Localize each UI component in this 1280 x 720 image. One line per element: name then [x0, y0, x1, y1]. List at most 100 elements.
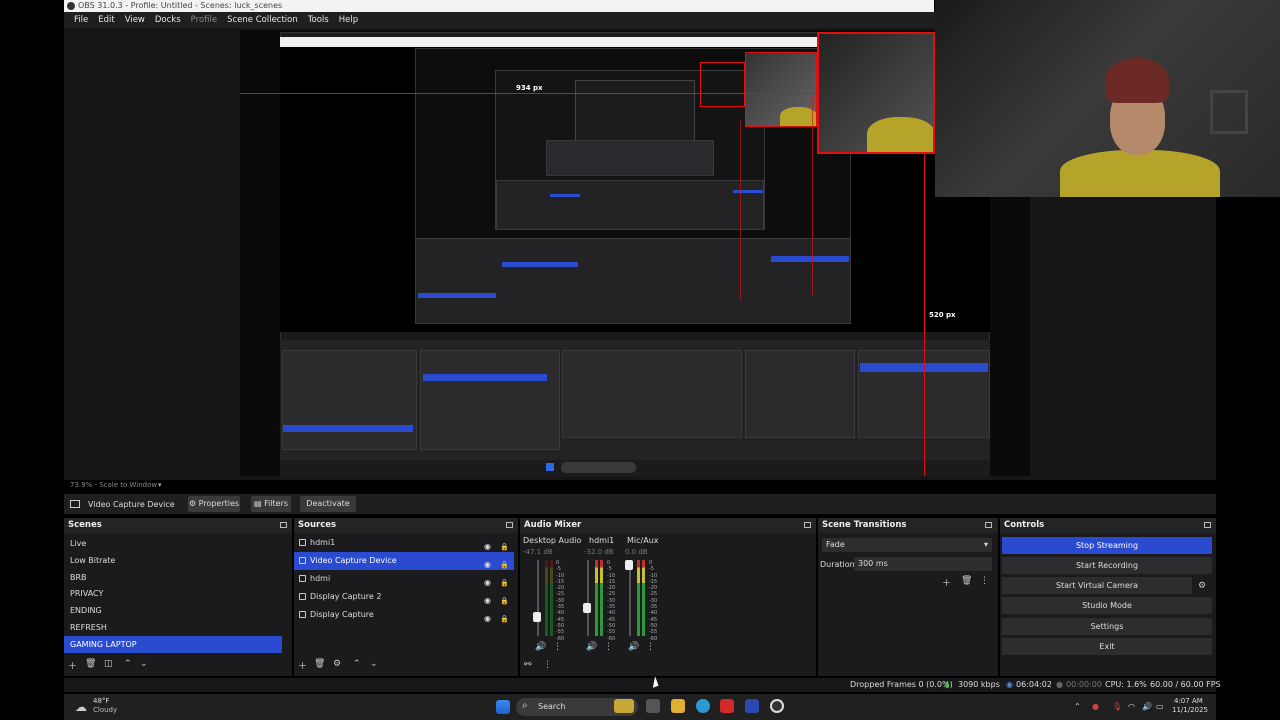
- mic-icon[interactable]: 🎙: [1112, 702, 1122, 711]
- tray-obs-icon[interactable]: ●: [1092, 702, 1099, 711]
- dock-float-icon[interactable]: [280, 522, 287, 528]
- chevron-down-icon[interactable]: ▾: [158, 481, 162, 489]
- more-options-icon[interactable]: ⋮: [646, 642, 655, 652]
- link-icon[interactable]: ⚯: [524, 660, 532, 670]
- more-options-icon[interactable]: ⋮: [604, 642, 613, 652]
- remove-source-button[interactable]: 🗑: [314, 659, 325, 669]
- menu-edit[interactable]: Edit: [98, 15, 114, 25]
- scene-item-ending[interactable]: ENDING: [64, 602, 282, 619]
- scenes-dock-title: Scenes: [64, 518, 292, 533]
- move-down-icon[interactable]: ⌄: [140, 659, 148, 669]
- gear-icon[interactable]: ⚙: [1198, 581, 1206, 591]
- nested-transitions-dock: [745, 350, 855, 438]
- scene-item-gaming-laptop[interactable]: GAMING LAPTOP: [64, 636, 282, 653]
- scene-filters-button[interactable]: ◫: [104, 659, 113, 669]
- tray-chevron-icon[interactable]: ⌃: [1074, 702, 1081, 711]
- dropped-frames: Dropped Frames 0 (0.0%): [850, 680, 953, 689]
- exit-button[interactable]: Exit: [1002, 638, 1212, 655]
- clock-time[interactable]: 4:07 AM: [1174, 697, 1203, 705]
- more-options-icon[interactable]: ⋮: [543, 660, 552, 670]
- edge-browser-icon[interactable]: [696, 699, 710, 713]
- nested-docks-2: [415, 238, 851, 324]
- mixer-db-hdmi1: -32.0 dB: [584, 548, 614, 556]
- dock-float-icon[interactable]: [804, 522, 811, 528]
- scene-item-live[interactable]: Live: [64, 535, 282, 552]
- lock-icon[interactable]: 🔒: [500, 610, 509, 628]
- dock-float-icon[interactable]: [985, 522, 992, 528]
- start-recording-button[interactable]: Start Recording: [1002, 557, 1212, 574]
- preview-scale-label[interactable]: 73.9% - Scale to Window: [70, 481, 157, 489]
- battery-icon[interactable]: ▭: [1156, 702, 1164, 711]
- studio-mode-button[interactable]: Studio Mode: [1002, 597, 1212, 614]
- speaker-icon[interactable]: 🔊: [535, 642, 546, 652]
- source-item-display-capture[interactable]: Display Capture ◉ 🔒: [294, 606, 514, 624]
- properties-button[interactable]: ⚙ Properties: [188, 496, 240, 512]
- menu-help[interactable]: Help: [339, 15, 358, 25]
- move-up-icon[interactable]: ⌃: [124, 659, 132, 669]
- scene-item-low-bitrate[interactable]: Low Bitrate: [64, 552, 282, 569]
- add-scene-button[interactable]: ＋: [68, 659, 77, 672]
- eye-icon[interactable]: ◉: [484, 610, 491, 628]
- menu-profile[interactable]: Profile: [191, 15, 217, 25]
- scene-item-privacy[interactable]: PRIVACY: [64, 585, 282, 602]
- scene-item-refresh[interactable]: REFRESH: [64, 619, 282, 636]
- meter-scale: 0 -5 -10 -15 -20 -25 -30 -35 -40 -45 -50 -55 -60: [607, 560, 616, 642]
- weather-desc[interactable]: Cloudy: [93, 706, 117, 714]
- weather-temp[interactable]: 48°F: [93, 697, 109, 705]
- move-up-icon[interactable]: ⌃: [353, 659, 361, 669]
- volume-fader-desktop-audio[interactable]: [537, 560, 539, 636]
- fader-handle-desktop[interactable]: [533, 612, 541, 622]
- source-item-display-capture-2[interactable]: Display Capture 2 ◉ 🔒: [294, 588, 514, 606]
- more-options-icon[interactable]: ⋮: [980, 576, 989, 586]
- menu-file[interactable]: File: [74, 15, 88, 25]
- fader-handle-hdmi1[interactable]: [583, 603, 591, 613]
- bitrate: 3090 kbps: [958, 680, 1000, 689]
- launcher-app-icon[interactable]: [745, 699, 759, 713]
- speaker-icon[interactable]: 🔊: [586, 642, 597, 652]
- source-properties-button[interactable]: ⚙: [333, 659, 341, 669]
- windows-start-icon[interactable]: [496, 700, 510, 714]
- menu-docks[interactable]: Docks: [155, 15, 181, 25]
- dock-float-icon[interactable]: [1204, 522, 1211, 528]
- add-transition-button[interactable]: ＋: [942, 576, 951, 589]
- task-view-icon[interactable]: [646, 699, 660, 713]
- source-item-video-capture-device[interactable]: Video Capture Device ◉ 🔒: [294, 552, 514, 570]
- scene-item-brb[interactable]: BRB: [64, 569, 282, 586]
- menu-view[interactable]: View: [125, 15, 145, 25]
- start-virtual-camera-button[interactable]: Start Virtual Camera: [1002, 577, 1192, 594]
- filters-button[interactable]: ▤ Filters: [251, 496, 291, 512]
- audio-source-icon: [299, 539, 306, 546]
- stop-streaming-button[interactable]: Stop Streaming: [1002, 537, 1212, 554]
- move-down-icon[interactable]: ⌄: [370, 659, 378, 669]
- source-bounding-box[interactable]: [817, 32, 935, 154]
- speaker-icon[interactable]: 🔊: [628, 642, 639, 652]
- obs-taskbar-icon[interactable]: [770, 699, 784, 713]
- volume-fader-hdmi1[interactable]: [587, 560, 589, 636]
- youtube-icon[interactable]: [720, 699, 734, 713]
- menu-scene-collection[interactable]: Scene Collection: [227, 15, 298, 25]
- volume-fader-mic-aux[interactable]: [629, 560, 631, 636]
- wifi-icon[interactable]: ◠: [1128, 702, 1135, 711]
- deactivate-button[interactable]: Deactivate: [300, 496, 356, 512]
- file-explorer-icon[interactable]: [671, 699, 685, 713]
- nested-stop-streaming-3: [733, 190, 763, 193]
- transition-select[interactable]: Fade ▾: [822, 538, 992, 552]
- settings-button[interactable]: Settings: [1002, 618, 1212, 635]
- clock-date[interactable]: 11/1/2025: [1172, 706, 1208, 714]
- remove-transition-button[interactable]: 🗑: [961, 576, 972, 586]
- nested-bounding-box: [745, 52, 817, 127]
- search-highlight-icon: [614, 699, 634, 713]
- more-options-icon[interactable]: ⋮: [553, 642, 562, 652]
- source-item-hdmi[interactable]: hdmi ◉ 🔒: [294, 570, 514, 588]
- remove-scene-button[interactable]: 🗑: [85, 659, 96, 669]
- dock-float-icon[interactable]: [506, 522, 513, 528]
- controls-title: Controls: [1000, 518, 1216, 533]
- volume-icon[interactable]: 🔊: [1142, 702, 1152, 711]
- source-item-hdmi1[interactable]: hdmi1 ◉ 🔒: [294, 534, 514, 552]
- duration-input[interactable]: 300 ms: [854, 557, 992, 571]
- fader-handle-mic[interactable]: [625, 560, 633, 570]
- menu-tools[interactable]: Tools: [308, 15, 329, 25]
- chevron-down-icon: ▾: [983, 540, 988, 549]
- record-icon: ●: [1056, 680, 1063, 689]
- add-source-button[interactable]: ＋: [298, 659, 307, 672]
